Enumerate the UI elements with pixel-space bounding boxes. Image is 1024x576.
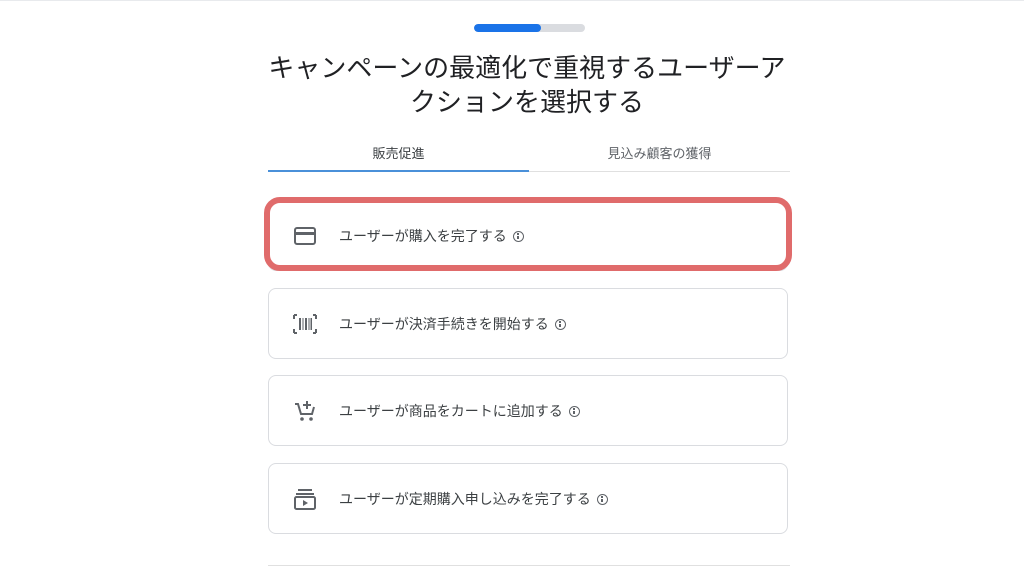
info-icon[interactable]: [512, 230, 524, 242]
option-add-to-cart[interactable]: ユーザーが商品をカートに追加する: [268, 375, 788, 446]
add-to-cart-icon: [293, 399, 317, 423]
option-label: ユーザーが定期購入申し込みを完了する: [339, 489, 608, 509]
info-icon[interactable]: [596, 493, 608, 505]
option-begin-checkout[interactable]: ユーザーが決済手続きを開始する: [268, 288, 788, 359]
progress-bar: [474, 24, 585, 32]
page: キャンペーンの最適化で重視するユーザーアクションを選択する 販売促進 見込み顧客…: [0, 0, 1024, 576]
tab-leads[interactable]: 見込み顧客の獲得: [529, 140, 790, 171]
tab-sales[interactable]: 販売促進: [268, 140, 529, 172]
option-label: ユーザーが商品をカートに追加する: [339, 401, 580, 421]
bottom-divider: [268, 565, 790, 566]
info-icon[interactable]: [568, 405, 580, 417]
option-subscription[interactable]: ユーザーが定期購入申し込みを完了する: [268, 463, 788, 534]
page-title: キャンペーンの最適化で重視するユーザーアクションを選択する: [268, 54, 786, 118]
info-icon[interactable]: [554, 318, 566, 330]
subscriptions-icon: [293, 487, 317, 511]
credit-card-icon: [293, 224, 317, 248]
top-divider: [0, 0, 1024, 1]
barcode-icon: [293, 312, 317, 336]
progress-fill: [474, 24, 541, 32]
option-label: ユーザーが決済手続きを開始する: [339, 314, 566, 334]
option-label: ユーザーが購入を完了する: [339, 226, 524, 246]
tab-bar: 販売促進 見込み顧客の獲得: [268, 140, 790, 172]
option-purchase[interactable]: ユーザーが購入を完了する: [268, 200, 788, 271]
